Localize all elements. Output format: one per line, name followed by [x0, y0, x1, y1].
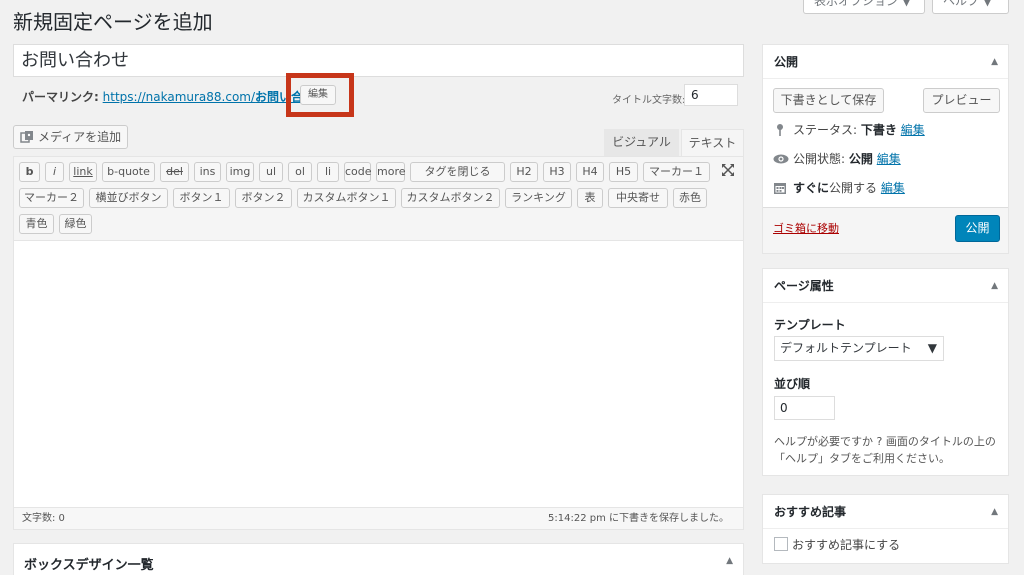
media-icon: [20, 131, 33, 143]
add-media-label: メディアを追加: [38, 130, 122, 144]
quicktag-button[interactable]: H3: [543, 162, 571, 182]
tab-visual[interactable]: ビジュアル: [604, 129, 679, 156]
preview-button[interactable]: プレビュー: [923, 88, 1000, 113]
page-attributes-header[interactable]: ページ属性 ▲: [763, 269, 1008, 303]
template-label: テンプレート: [774, 318, 846, 332]
featured-post-title: おすすめ記事: [774, 505, 847, 519]
help-button[interactable]: ヘルプ ▼: [932, 0, 1009, 14]
quicktag-button[interactable]: del: [160, 162, 189, 182]
quicktag-button[interactable]: li: [317, 162, 339, 182]
quicktag-button[interactable]: i: [45, 162, 64, 182]
quicktag-button[interactable]: ul: [259, 162, 283, 182]
trash-link[interactable]: ゴミ箱に移動: [773, 220, 839, 236]
editor-status-bar: 文字数: 0 5:14:22 pm に下書きを保存しました。: [14, 507, 743, 529]
word-count: 文字数: 0: [22, 513, 65, 524]
order-label: 並び順: [774, 377, 811, 391]
permalink-url[interactable]: https://nakamura88.com/お問い合わせ/: [103, 90, 331, 104]
order-input[interactable]: 0: [774, 396, 835, 420]
attributes-help-text: ヘルプが必要ですか ? 画面のタイトルの上の「ヘルプ」タブをご利用ください。: [774, 435, 996, 465]
quicktag-button[interactable]: タグを閉じる: [410, 162, 505, 182]
quicktag-button[interactable]: 中央寄せ: [608, 188, 668, 208]
featured-checkbox[interactable]: [774, 537, 788, 551]
quicktag-button[interactable]: マーカー２: [19, 188, 84, 208]
box-design-title: ボックスデザイン一覧: [24, 558, 154, 573]
quicktag-button[interactable]: マーカー１: [643, 162, 710, 182]
quicktag-button[interactable]: link: [69, 162, 97, 182]
quicktag-button[interactable]: 横並びボタン: [89, 188, 168, 208]
quicktag-button[interactable]: H4: [576, 162, 604, 182]
quicktag-button[interactable]: 表: [577, 188, 603, 208]
featured-post-header[interactable]: おすすめ記事 ▲: [763, 495, 1008, 529]
quicktag-button[interactable]: ボタン１: [173, 188, 230, 208]
publish-panel: 公開 ▲ 下書きとして保存 プレビュー ステータス: 下書き 編集 公開状態: …: [762, 44, 1009, 254]
quicktag-button[interactable]: img: [226, 162, 254, 182]
featured-post-panel: おすすめ記事 ▲ おすすめ記事にする: [762, 494, 1009, 564]
page-attributes-title: ページ属性: [774, 279, 834, 293]
quicktag-button[interactable]: ボタン２: [235, 188, 292, 208]
quicktag-button[interactable]: H2: [510, 162, 538, 182]
publish-panel-title: 公開: [774, 55, 799, 69]
template-select[interactable]: デフォルトテンプレート ▼: [774, 336, 944, 361]
collapse-icon[interactable]: ▲: [991, 495, 998, 529]
quicktag-button[interactable]: ol: [288, 162, 312, 182]
quicktag-button[interactable]: b-quote: [102, 162, 155, 182]
fullscreen-icon[interactable]: [721, 163, 735, 177]
box-design-panel: ボックスデザイン一覧 ▲: [13, 543, 744, 575]
collapse-icon[interactable]: ▲: [991, 269, 998, 303]
pin-icon: [777, 124, 783, 136]
quicktag-button[interactable]: code: [344, 162, 372, 182]
quicktag-button[interactable]: ins: [194, 162, 221, 182]
visibility-edit-link[interactable]: 編集: [877, 152, 901, 166]
quicktag-button[interactable]: H5: [609, 162, 638, 182]
calendar-icon: [774, 183, 786, 194]
status-edit-link[interactable]: 編集: [901, 123, 925, 137]
quicktags-toolbar: b i link b-quote del ins img ul ol li code more タグを閉…: [14, 157, 743, 241]
text-editor[interactable]: b i link b-quote del ins img ul ol li code more タグを閉…: [13, 156, 744, 530]
screen-options-button[interactable]: 表示オプション ▼: [803, 0, 925, 14]
page-title: 新規固定ページを追加: [13, 10, 213, 34]
collapse-icon[interactable]: ▲: [991, 45, 998, 79]
publish-button[interactable]: 公開: [955, 215, 1000, 242]
quicktag-button[interactable]: カスタムボタン１: [297, 188, 396, 208]
quicktag-button[interactable]: カスタムボタン２: [401, 188, 500, 208]
quicktag-button[interactable]: ランキング: [505, 188, 572, 208]
permalink-label: パーマリンク:: [22, 90, 99, 104]
schedule-edit-link[interactable]: 編集: [881, 181, 905, 195]
add-media-button[interactable]: メディアを追加: [13, 125, 128, 149]
save-draft-button[interactable]: 下書きとして保存: [773, 88, 884, 113]
publish-panel-header[interactable]: 公開 ▲: [763, 45, 1008, 79]
autosave-status: 5:14:22 pm に下書きを保存しました。: [548, 513, 729, 524]
page-attributes-panel: ページ属性 ▲ テンプレート デフォルトテンプレート ▼ 並び順 0 ヘルプが必…: [762, 268, 1009, 476]
permalink-edit-button[interactable]: 編集: [300, 85, 336, 105]
quicktag-button[interactable]: 青色: [19, 214, 54, 234]
eye-icon: [773, 154, 789, 164]
quicktag-button[interactable]: 緑色: [59, 214, 92, 234]
title-input[interactable]: お問い合わせ: [13, 44, 744, 77]
tab-text[interactable]: テキスト: [681, 129, 744, 156]
quicktag-button[interactable]: more: [376, 162, 406, 182]
title-count-label: タイトル文字数:: [612, 95, 686, 106]
permalink: パーマリンク: https://nakamura88.com/お問い合わせ/: [22, 88, 331, 105]
dropdown-arrow-icon: ▼: [927, 341, 937, 355]
quicktag-button[interactable]: 赤色: [673, 188, 707, 208]
collapse-icon[interactable]: ▲: [726, 556, 733, 566]
featured-checkbox-label[interactable]: おすすめ記事にする: [792, 536, 900, 553]
quicktag-button[interactable]: b: [19, 162, 40, 182]
title-count-field[interactable]: 6: [684, 84, 738, 106]
